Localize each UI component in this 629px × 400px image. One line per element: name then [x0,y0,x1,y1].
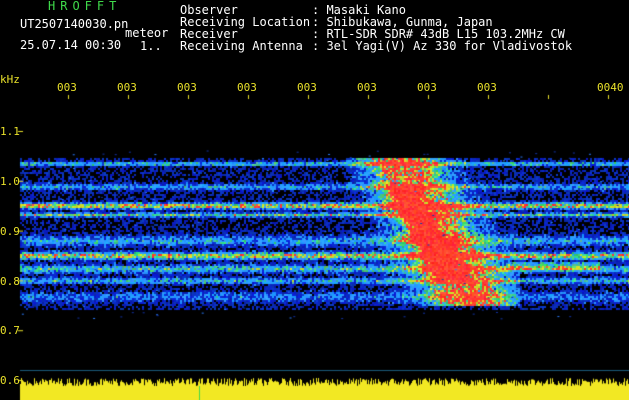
x-tick-label: 003 [357,81,377,94]
spectrogram-canvas [0,0,629,400]
y-tick-label: 0.7 [0,324,20,337]
y-tick-label: 0.9 [0,225,20,238]
x-tick-label: 003 [477,81,497,94]
x-tick-label: 003 [237,81,257,94]
x-tick-label: 003 [417,81,437,94]
antenna-label: Receiving Antenna [180,39,303,53]
frequency-unit-label: kHz [0,73,20,86]
timestamp: 25.07.14 00:30 [20,38,122,52]
y-tick-label: 1.0 [0,175,20,188]
page-indicator: 1.. [140,39,162,53]
hrofft-logo: HROFFT [48,0,122,13]
y-tick-label: 1.1 [0,125,20,138]
y-tick-label: 0.8 [0,275,20,288]
x-tick-label: 003 [117,81,137,94]
y-tick-label: 0.6 [0,374,20,387]
antenna-value: : 3el Yagi(V) Az 330 for Vladivostok [312,39,573,53]
x-tick-label: 003 [177,81,197,94]
x-tick-label: 003 [57,81,77,94]
x-tick-label: 003 [297,81,317,94]
file-suffix: meteor [125,26,169,40]
x-tick-label: 0040 [597,81,624,94]
file-name: UT2507140030.pn [20,17,129,31]
